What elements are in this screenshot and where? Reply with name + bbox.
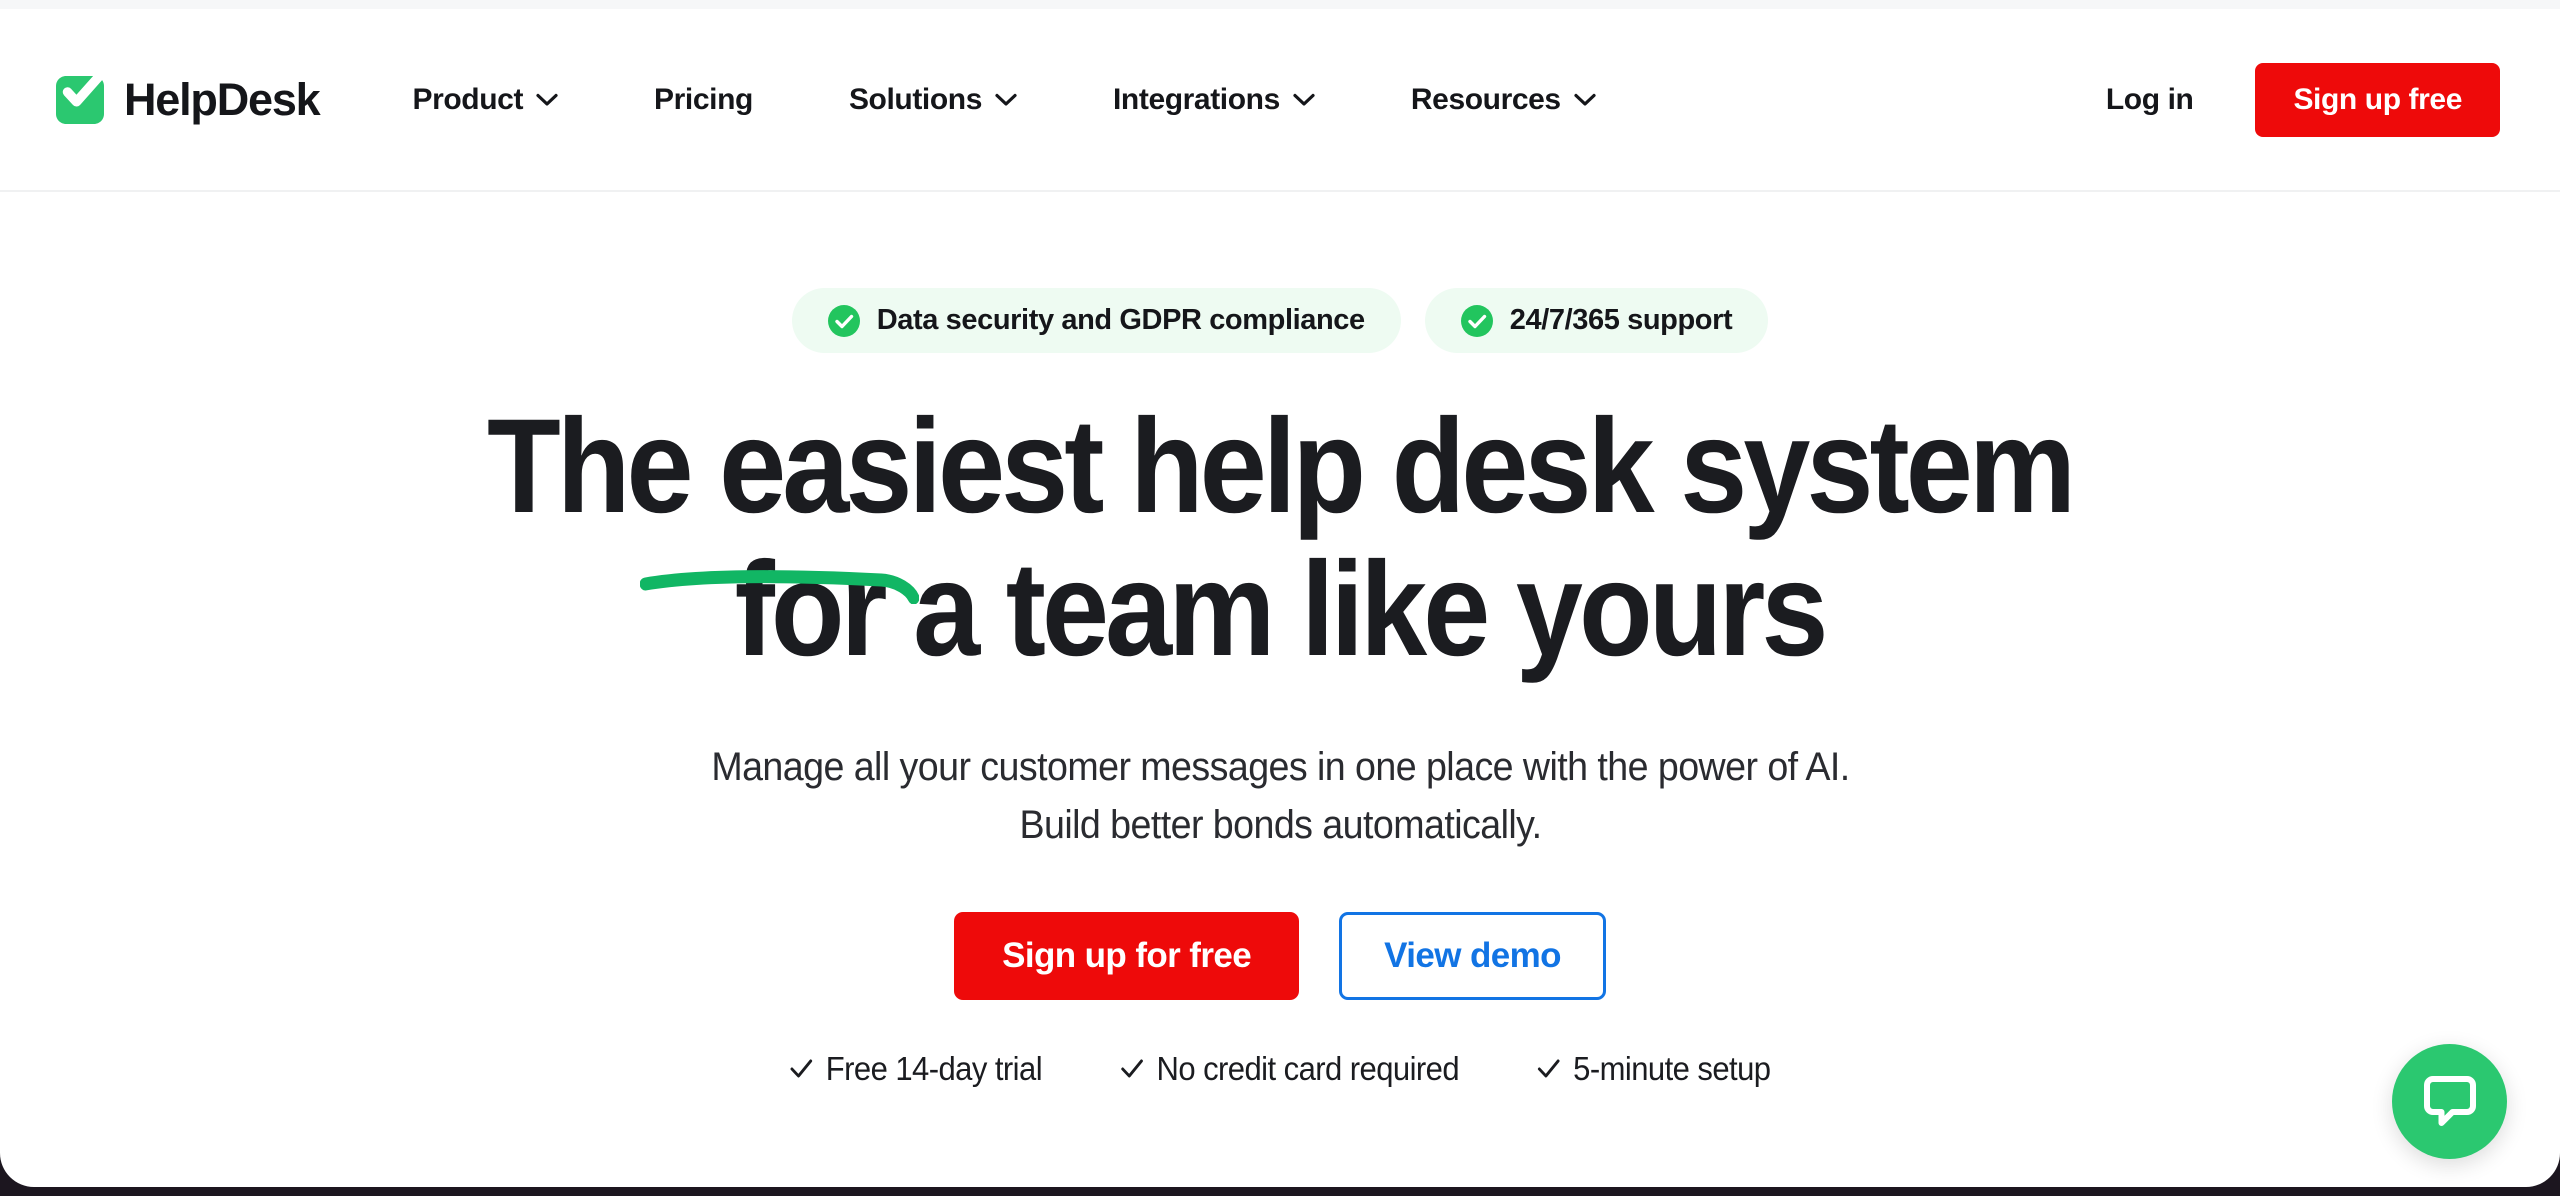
feature-label: Free 14-day trial: [825, 1049, 1043, 1087]
headline-line-2: for a team like yours: [735, 535, 1829, 685]
nav-item-label: Integrations: [1113, 82, 1280, 116]
hero-subheading: Manage all your customer messages in one…: [710, 738, 1850, 854]
nav-item-label: Product: [412, 82, 524, 116]
chat-bubble-icon: [2421, 1073, 2479, 1131]
page-title: The easiest help desk system for a team …: [487, 392, 2076, 685]
chevron-down-icon: [1574, 93, 1596, 106]
brand-name: HelpDesk: [124, 73, 321, 125]
nav-item-solutions[interactable]: Solutions: [801, 71, 1065, 129]
check-icon: [790, 1059, 813, 1078]
signup-free-button[interactable]: Sign up free: [2255, 62, 2500, 137]
chevron-down-icon: [1293, 93, 1315, 106]
nav-item-pricing[interactable]: Pricing: [606, 71, 801, 129]
feature-no-credit-card: No credit card required: [1121, 1049, 1460, 1088]
check-circle-icon: [1460, 304, 1493, 337]
badge-data-security: Data security and GDPR compliance: [791, 288, 1401, 353]
site-header: HelpDesk Product Pricing Solutions Integ…: [0, 9, 2560, 192]
nav-item-integrations[interactable]: Integrations: [1065, 71, 1363, 129]
badge-label: 24/7/365 support: [1509, 304, 1733, 336]
nav-item-label: Pricing: [654, 82, 753, 116]
feature-label: No credit card required: [1156, 1049, 1460, 1087]
view-demo-button[interactable]: View demo: [1339, 911, 1606, 1000]
nav-item-resources[interactable]: Resources: [1363, 71, 1644, 129]
signup-for-free-button[interactable]: Sign up for free: [954, 911, 1300, 1000]
headline-line-1: The easiest help desk system: [487, 392, 2076, 541]
check-circle-icon: [827, 304, 860, 337]
primary-nav: Product Pricing Solutions Integrations R…: [365, 71, 1644, 129]
feature-list: Free 14-day trial No credit card require…: [782, 1050, 1778, 1088]
check-icon: [1537, 1059, 1560, 1078]
header-actions: Log in Sign up free: [2066, 62, 2500, 137]
subhead-line-1: Manage all your customer messages in one…: [710, 744, 1850, 789]
page-root: HelpDesk Product Pricing Solutions Integ…: [0, 0, 2560, 1196]
chat-launcher-button[interactable]: [2392, 1044, 2507, 1159]
feature-quick-setup: 5-minute setup: [1537, 1049, 1771, 1088]
cta-row: Sign up for free View demo: [954, 911, 1606, 1000]
badge-support: 24/7/365 support: [1424, 288, 1769, 353]
browser-top-strip: [0, 0, 2560, 9]
feature-label: 5-minute setup: [1573, 1049, 1771, 1087]
chevron-down-icon: [536, 93, 558, 106]
login-link[interactable]: Log in: [2066, 69, 2234, 131]
trust-badges: Data security and GDPR compliance 24/7/3…: [791, 288, 1769, 353]
nav-item-label: Solutions: [848, 82, 982, 116]
subhead-line-2: Build better bonds automatically.: [1018, 802, 1542, 847]
chevron-down-icon: [995, 93, 1017, 106]
badge-label: Data security and GDPR compliance: [876, 304, 1365, 336]
feature-free-trial: Free 14-day trial: [790, 1049, 1043, 1088]
nav-item-product[interactable]: Product: [365, 71, 607, 129]
hero-content: Data security and GDPR compliance 24/7/3…: [0, 192, 2560, 1088]
hero-section-card: HelpDesk Product Pricing Solutions Integ…: [0, 9, 2560, 1187]
checkbox-check-icon: [52, 71, 108, 128]
check-icon: [1121, 1059, 1144, 1078]
nav-item-label: Resources: [1410, 82, 1561, 116]
brand-logo-link[interactable]: HelpDesk: [52, 71, 321, 128]
